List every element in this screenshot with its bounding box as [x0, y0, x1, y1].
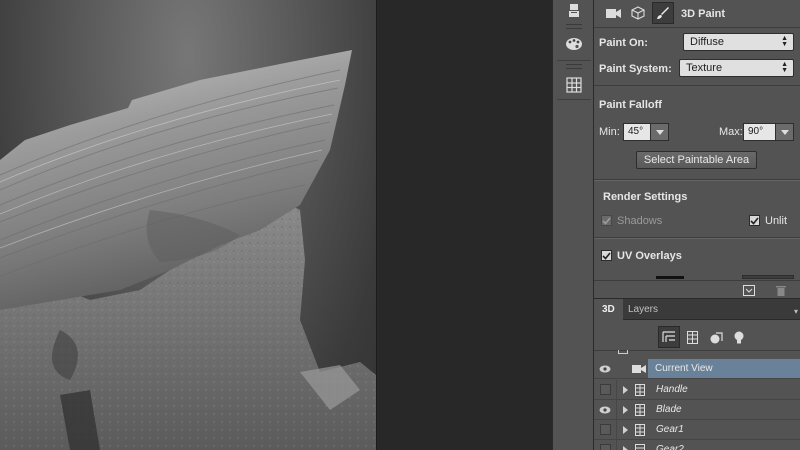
chevron-down-icon [655, 129, 664, 135]
paint-system-label: Paint System: [599, 63, 672, 75]
tab-3d[interactable]: 3D [594, 299, 623, 320]
updown-arrows-icon: ▲ ▼ [781, 61, 788, 74]
scene-row-label: Handle [656, 384, 688, 395]
panel-tab-bar: 3D Layers ▾ [594, 298, 800, 320]
overlay-opacity-field[interactable] [742, 275, 794, 279]
min-label: Min: [599, 126, 620, 138]
scene-row-gear1[interactable]: Gear1 [594, 420, 800, 440]
select-paintable-area-button[interactable]: Select Paintable Area [636, 151, 757, 169]
max-label: Max: [719, 126, 743, 138]
chevron-down-icon [780, 129, 789, 135]
expand-triangle-icon[interactable] [623, 446, 628, 450]
expand-triangle-icon[interactable] [623, 386, 628, 394]
scene-filter-icon[interactable] [658, 326, 680, 348]
grid-icon[interactable] [561, 74, 587, 96]
visibility-toggle[interactable] [594, 359, 617, 378]
expand-triangle-icon[interactable] [623, 406, 628, 414]
eye-icon [599, 365, 611, 372]
shadows-checkbox[interactable] [601, 215, 612, 226]
mesh-icon [635, 424, 645, 439]
unlit-checkbox[interactable] [749, 215, 760, 226]
scene-row-gear2[interactable]: Gear2 [594, 440, 800, 450]
max-dropdown-button[interactable] [776, 123, 794, 141]
scene-row-label: Current View [655, 363, 713, 374]
expand-triangle-icon[interactable] [623, 426, 628, 434]
uv-overlays-label: UV Overlays [617, 250, 682, 262]
render-icon[interactable] [741, 283, 757, 297]
panel-menu-icon[interactable]: ▾ [794, 307, 798, 316]
updown-arrows-icon: ▲ ▼ [781, 35, 788, 48]
strip-grip[interactable] [566, 64, 582, 69]
strip-grip[interactable] [566, 24, 582, 29]
min-field[interactable]: 45° [623, 123, 651, 141]
scene-row-handle[interactable]: Handle [594, 380, 800, 400]
paint-falloff-heading: Paint Falloff [599, 99, 662, 111]
shadows-label: Shadows [617, 215, 663, 227]
scene-row-label: Blade [656, 404, 682, 415]
axe-blade-render [0, 50, 376, 450]
scene-row-current-view[interactable]: Current View [594, 359, 800, 379]
paint-system-dropdown[interactable]: Texture ▲ ▼ [679, 59, 794, 77]
brush-tool-icon[interactable] [561, 0, 587, 22]
eye-icon [599, 406, 611, 413]
panel-dock-strip [552, 0, 594, 450]
mesh-cube-icon[interactable] [627, 2, 649, 24]
scene-row-label: Gear1 [656, 424, 684, 435]
visibility-toggle[interactable] [594, 440, 617, 450]
scene-panel: 3D Layers ▾ Current View Handle Blade Ge… [594, 298, 800, 450]
scene-row-label: Gear2 [656, 444, 684, 450]
trash-icon[interactable] [773, 283, 789, 297]
mesh-filter-icon[interactable] [681, 326, 703, 348]
paint-on-label: Paint On: [599, 37, 648, 49]
environment-row-icon [618, 350, 628, 354]
light-bulb-icon[interactable] [728, 326, 750, 348]
mesh-icon [635, 404, 645, 419]
overlay-color-swatch[interactable] [656, 276, 684, 279]
unlit-label: Unlit [765, 215, 788, 227]
video-camera-icon[interactable] [603, 2, 625, 24]
mesh-icon [635, 444, 645, 450]
paint-brush-icon[interactable] [652, 2, 674, 24]
properties-panel: 3D Paint Paint On: Diffuse ▲ ▼ Paint Syst… [594, 0, 800, 298]
min-dropdown-button[interactable] [651, 123, 669, 141]
tab-layers[interactable]: Layers [620, 299, 666, 320]
visibility-toggle[interactable] [594, 400, 617, 419]
material-filter-icon[interactable] [705, 326, 727, 348]
scene-row-blade[interactable]: Blade [594, 400, 800, 420]
palette-icon[interactable] [561, 33, 587, 55]
uv-overlays-checkbox[interactable] [601, 250, 612, 261]
paint-system-value: Texture [686, 62, 723, 74]
paint-on-value: Diffuse [690, 36, 725, 48]
document-canvas[interactable] [0, 0, 377, 450]
max-field[interactable]: 90° [743, 123, 776, 141]
visibility-toggle[interactable] [594, 420, 617, 439]
paint-on-dropdown[interactable]: Diffuse ▲ ▼ [683, 33, 794, 51]
render-settings-heading: Render Settings [603, 191, 688, 203]
mesh-icon [635, 384, 645, 399]
video-camera-icon [632, 364, 646, 377]
panel-title: 3D Paint [681, 8, 726, 20]
visibility-toggle[interactable] [594, 380, 617, 399]
pasteboard [377, 0, 552, 450]
